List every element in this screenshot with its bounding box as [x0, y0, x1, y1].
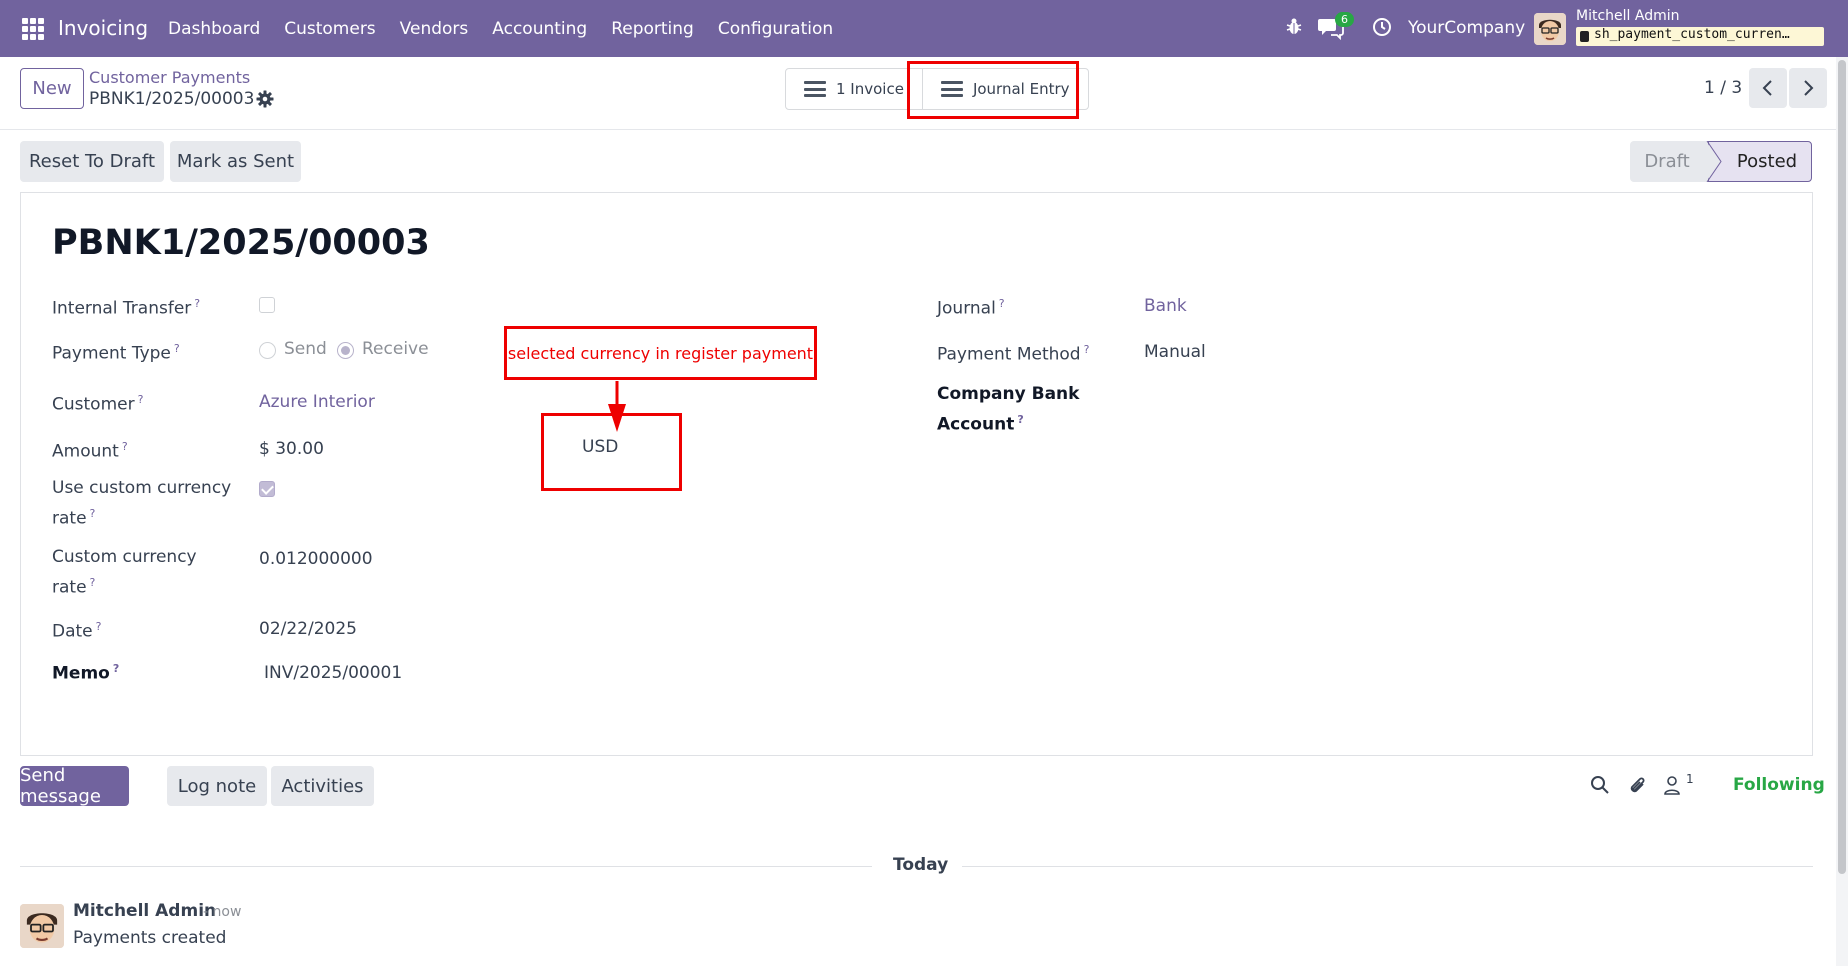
database-name: sh_payment_custom_curren… [1594, 27, 1790, 42]
divider [962, 866, 1813, 867]
database-icon [1580, 31, 1589, 42]
database-chip: sh_payment_custom_curren… [1576, 27, 1824, 46]
stage-draft[interactable]: Draft [1630, 141, 1710, 182]
memo-label: Memo? [52, 662, 120, 684]
scrollbar-thumb[interactable] [1838, 60, 1846, 874]
clock-icon[interactable] [1372, 17, 1392, 37]
apps-grid-icon[interactable] [22, 18, 44, 40]
control-panel: New Customer Payments PBNK1/2025/00003 1… [0, 57, 1848, 130]
message-author-avatar[interactable] [20, 904, 64, 948]
chevron-left-icon [1762, 80, 1772, 96]
journal-label: Journal? [937, 297, 1005, 319]
menu-accounting[interactable]: Accounting [492, 19, 587, 39]
company-bank-account-label: Company Bank Account? [937, 384, 1080, 435]
log-note-button[interactable]: Log note [167, 766, 267, 806]
bug-icon[interactable] [1286, 17, 1302, 37]
message-author[interactable]: Mitchell Admin [73, 901, 216, 921]
stage-posted[interactable]: Posted [1708, 141, 1812, 182]
menu-configuration[interactable]: Configuration [718, 19, 833, 39]
top-navbar: Invoicing Dashboard Customers Vendors Ac… [0, 0, 1848, 57]
invoice-smart-button[interactable]: 1 Invoice [786, 69, 922, 109]
internal-transfer-checkbox[interactable] [259, 297, 275, 313]
chevron-right-icon [1804, 80, 1814, 96]
memo-value: INV/2025/00001 [264, 663, 403, 683]
amount-value: $ 30.00 [259, 439, 324, 459]
app-name[interactable]: Invoicing [58, 16, 148, 40]
stage-separator-icon [1706, 141, 1722, 182]
divider [20, 866, 872, 867]
breadcrumb-parent[interactable]: Customer Payments [89, 68, 250, 87]
journal-link[interactable]: Bank [1144, 296, 1187, 316]
menu-dashboard[interactable]: Dashboard [168, 19, 260, 39]
menu-reporting[interactable]: Reporting [611, 19, 694, 39]
date-label: Date? [52, 620, 102, 642]
list-icon [804, 81, 826, 97]
message-body: Payments created [73, 928, 227, 948]
gear-icon[interactable] [256, 90, 274, 108]
user-name[interactable]: Mitchell Admin [1576, 8, 1680, 24]
amount-label: Amount? [52, 440, 128, 462]
followers-count: 1 [1686, 772, 1694, 786]
invoice-smart-label: 1 Invoice [836, 80, 904, 98]
payment-type-receive-label[interactable]: Receive [362, 339, 429, 359]
send-message-button[interactable]: Send message [20, 765, 129, 807]
payment-type-receive-radio[interactable] [337, 342, 354, 359]
followers-icon[interactable] [1663, 775, 1683, 795]
payment-method-value: Manual [1144, 342, 1206, 362]
use-custom-rate-label: Use custom currency rate? [52, 478, 232, 529]
search-icon[interactable] [1590, 775, 1610, 795]
following-toggle[interactable]: Following [1733, 775, 1825, 795]
annotation-highlight-journal [907, 61, 1079, 119]
menu-vendors[interactable]: Vendors [400, 19, 469, 39]
pager-previous-button[interactable] [1749, 68, 1787, 108]
use-custom-rate-checkbox[interactable] [259, 481, 275, 497]
internal-transfer-label: Internal Transfer? [52, 297, 201, 319]
main-menu: Dashboard Customers Vendors Accounting R… [168, 19, 857, 39]
pager-value[interactable]: 1 / 3 [1704, 78, 1742, 98]
custom-rate-value: 0.012000000 [259, 549, 373, 569]
form-sheet: PBNK1/2025/00003 Internal Transfer? Paym… [20, 192, 1813, 756]
company-switcher[interactable]: YourCompany [1408, 18, 1525, 38]
mark-as-sent-button[interactable]: Mark as Sent [170, 141, 301, 182]
activities-button[interactable]: Activities [271, 766, 374, 806]
menu-customers[interactable]: Customers [284, 19, 375, 39]
customer-label: Customer? [52, 393, 144, 415]
chat-count-badge: 6 [1335, 12, 1354, 27]
status-bar: Reset To Draft Mark as Sent Draft Posted [0, 141, 1848, 183]
breadcrumb-current: PBNK1/2025/00003 [89, 89, 255, 109]
currency-value: USD [582, 437, 619, 457]
customer-link[interactable]: Azure Interior [259, 392, 375, 412]
pager-next-button[interactable] [1789, 68, 1827, 108]
payment-type-send-radio[interactable] [259, 342, 276, 359]
user-avatar[interactable] [1534, 13, 1566, 45]
custom-rate-label: Custom currency rate? [52, 547, 197, 598]
paperclip-icon[interactable] [1628, 775, 1648, 797]
date-separator: Today [893, 855, 949, 875]
payment-type-send-label[interactable]: Send [284, 339, 327, 359]
annotation-callout: selected currency in register payment [504, 326, 817, 380]
new-button[interactable]: New [20, 68, 84, 109]
payment-method-label: Payment Method? [937, 343, 1090, 365]
message-time: - now [203, 904, 242, 920]
payment-type-label: Payment Type? [52, 342, 180, 364]
reset-to-draft-button[interactable]: Reset To Draft [20, 141, 164, 182]
date-value: 02/22/2025 [259, 619, 357, 639]
record-title: PBNK1/2025/00003 [52, 223, 430, 263]
